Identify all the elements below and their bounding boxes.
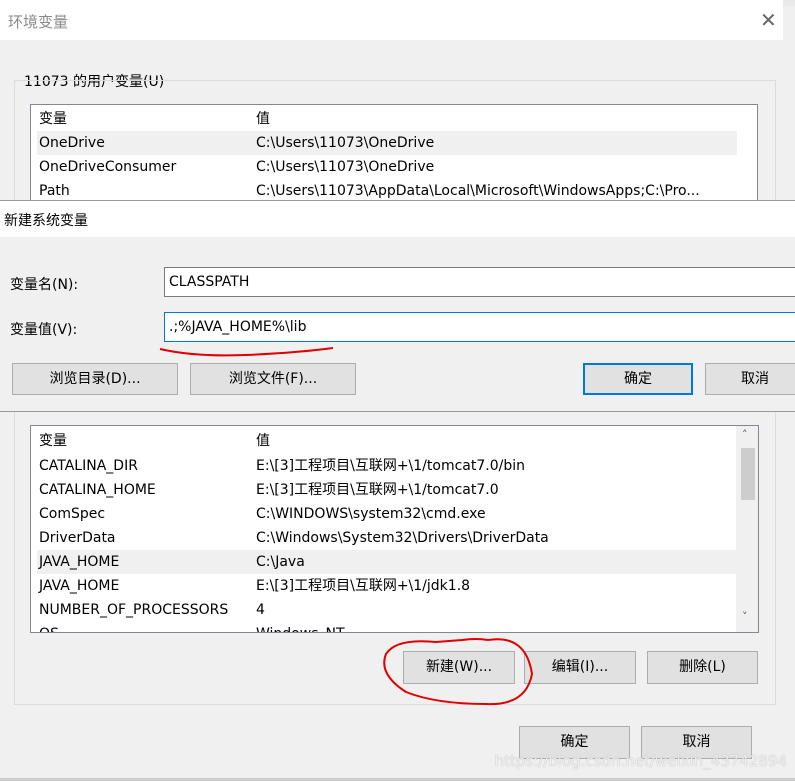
variable-value-input[interactable]: .;%JAVA_HOME%\lib	[164, 312, 795, 342]
new-dialog-ok-button[interactable]: 确定	[583, 363, 693, 395]
var-value: E:\[3]工程项目\互联网+\1/jdk1.8	[256, 578, 471, 594]
var-value: C:\Java	[256, 554, 305, 570]
scrollbar-thumb[interactable]	[741, 448, 755, 500]
var-value: E:\[3]工程项目\互联网+\1/tomcat7.0	[256, 482, 499, 498]
var-value: Windows_NT	[256, 622, 345, 632]
table-row[interactable]: OS Windows_NT	[37, 622, 737, 632]
var-name: JAVA_HOME	[39, 554, 120, 570]
new-system-variable-dialog: 新建系统变量 变量名(N): CLASSPATH 变量值(V): .;%JAVA…	[0, 200, 795, 412]
var-value: 4	[256, 602, 265, 618]
var-name: JAVA_HOME	[39, 578, 120, 594]
new-dialog-title: 新建系统变量	[4, 213, 88, 229]
var-name: DriverData	[39, 530, 116, 546]
var-value: C:\Windows\System32\Drivers\DriverData	[256, 530, 549, 546]
var-value: C:\WINDOWS\system32\cmd.exe	[256, 506, 486, 522]
var-name: NUMBER_OF_PROCESSORS	[39, 602, 229, 618]
var-value: E:\[3]工程项目\互联网+\1/tomcat7.0/bin	[256, 458, 525, 474]
column-header-variable[interactable]: 变量	[39, 429, 67, 453]
table-row[interactable]: ComSpec C:\WINDOWS\system32\cmd.exe	[37, 502, 737, 526]
new-dialog-title-bar	[0, 201, 795, 237]
table-row[interactable]: CATALINA_DIR E:\[3]工程项目\互联网+\1/tomcat7.0/…	[37, 454, 737, 478]
scrollbar[interactable]: ˄ ˅	[736, 426, 758, 632]
var-name: OS	[39, 622, 59, 632]
column-header-value[interactable]: 值	[256, 429, 270, 453]
variable-name-label: 变量名(N):	[10, 277, 79, 293]
watermark: https://blog.csdn.net/weixin_43742894	[494, 752, 787, 770]
scroll-up-icon[interactable]: ˄	[742, 428, 748, 441]
var-name: CATALINA_HOME	[39, 482, 156, 498]
edit-variable-button[interactable]: 编辑(I)...	[524, 651, 636, 684]
table-row[interactable]: NUMBER_OF_PROCESSORS 4	[37, 598, 737, 622]
table-row[interactable]: JAVA_HOME C:\Java	[37, 550, 737, 574]
title-bar	[0, 0, 783, 40]
table-row[interactable]: JAVA_HOME E:\[3]工程项目\互联网+\1/jdk1.8	[37, 574, 737, 598]
system-vars-list[interactable]: 变量 值 CATALINA_DIR E:\[3]工程项目\互联网+\1/tomcat…	[30, 425, 759, 633]
variable-value-label: 变量值(V):	[10, 322, 78, 338]
new-dialog-cancel-button[interactable]: 取消	[705, 363, 795, 395]
delete-variable-button[interactable]: 删除(L)	[647, 651, 758, 684]
table-row[interactable]: DriverData C:\Windows\System32\Drivers\Dr…	[37, 526, 737, 550]
var-name: ComSpec	[39, 506, 106, 522]
red-underline-annotation	[159, 347, 334, 357]
close-icon[interactable]: ✕	[760, 8, 777, 32]
dialog-title: 环境变量	[8, 13, 69, 31]
red-circle-annotation	[383, 638, 534, 706]
scroll-down-icon[interactable]: ˅	[742, 610, 748, 623]
variable-name-input[interactable]: CLASSPATH	[164, 267, 795, 297]
table-row[interactable]: CATALINA_HOME E:\[3]工程项目\互联网+\1/tomcat7.0	[37, 478, 737, 502]
var-name: CATALINA_DIR	[39, 458, 138, 474]
browse-file-button[interactable]: 浏览文件(F)...	[190, 363, 356, 395]
browse-directory-button[interactable]: 浏览目录(D)...	[12, 363, 178, 395]
